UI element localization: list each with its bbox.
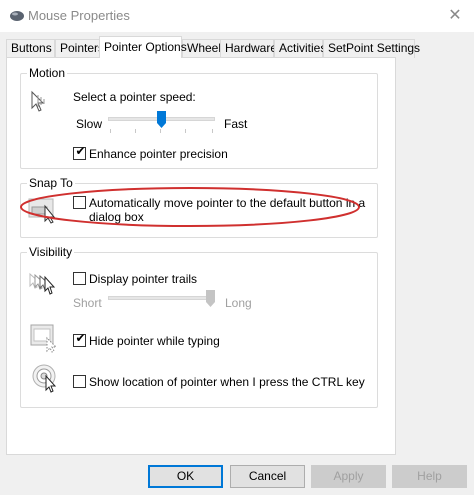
pointer-trails-icon	[29, 272, 56, 295]
speed-fast-label: Fast	[224, 117, 248, 131]
pointer-trails-track[interactable]	[108, 296, 215, 300]
mouse-icon	[10, 11, 24, 21]
snap-to-default-checkbox[interactable]	[73, 196, 86, 209]
ctrl-locate-checkbox[interactable]	[73, 375, 86, 388]
help-button[interactable]: Help	[392, 465, 467, 488]
ok-button[interactable]: OK	[148, 465, 223, 488]
ctrl-locate-icon	[32, 364, 57, 393]
pointer-trails-slider[interactable]	[206, 290, 215, 307]
window-title: Mouse Properties	[28, 8, 130, 23]
apply-button[interactable]: Apply	[311, 465, 386, 488]
speed-tick	[212, 129, 213, 133]
cancel-button[interactable]: Cancel	[230, 465, 305, 488]
checkmark-icon: ✔	[75, 144, 86, 158]
hide-pointer-checkbox[interactable]: ✔	[73, 331, 86, 347]
ctrl-locate-label: Show location of pointer when I press th…	[89, 375, 365, 389]
pointer-speed-label: Select a pointer speed:	[73, 90, 196, 104]
snap-to-default-label-cont: dialog box	[89, 210, 144, 224]
trails-short-label: Short	[73, 296, 102, 310]
pointer-trails-checkbox[interactable]	[73, 272, 86, 285]
speed-tick	[135, 129, 136, 133]
enhance-precision-label: Enhance pointer precision	[89, 147, 228, 161]
tab-buttons[interactable]: Buttons	[6, 39, 55, 58]
speed-slow-label: Slow	[76, 117, 103, 131]
tab-wheel[interactable]: Wheel	[182, 39, 221, 58]
tab-hardware[interactable]: Hardware	[220, 39, 277, 58]
close-button[interactable]: ✕	[440, 2, 470, 30]
speed-tick	[110, 129, 111, 133]
snap-to-default-label: Automatically move pointer to the defaul…	[89, 196, 366, 210]
speed-tick	[160, 129, 161, 133]
trails-long-label: Long	[225, 296, 252, 310]
checkmark-icon: ✔	[75, 331, 86, 345]
visibility-group-title: Visibility	[29, 245, 73, 259]
snap-to-icon	[28, 198, 56, 224]
tab-pointer-options[interactable]: Pointer Options	[99, 36, 187, 58]
pointer-speed-icon	[31, 90, 45, 112]
hide-pointer-label: Hide pointer while typing	[89, 334, 220, 348]
snap-to-group-title: Snap To	[29, 176, 73, 190]
enhance-precision-checkbox[interactable]: ✔	[73, 144, 86, 160]
hide-pointer-icon	[30, 324, 58, 353]
pointer-trails-label: Display pointer trails	[89, 272, 198, 286]
motion-group-title: Motion	[29, 66, 66, 80]
pointer-speed-slider[interactable]	[157, 111, 166, 128]
speed-tick	[185, 129, 186, 133]
tab-activities[interactable]: Activities	[274, 39, 326, 58]
tab-pointers[interactable]: Pointers	[55, 39, 104, 58]
tab-setpoint-settings[interactable]: SetPoint Settings	[323, 39, 420, 58]
